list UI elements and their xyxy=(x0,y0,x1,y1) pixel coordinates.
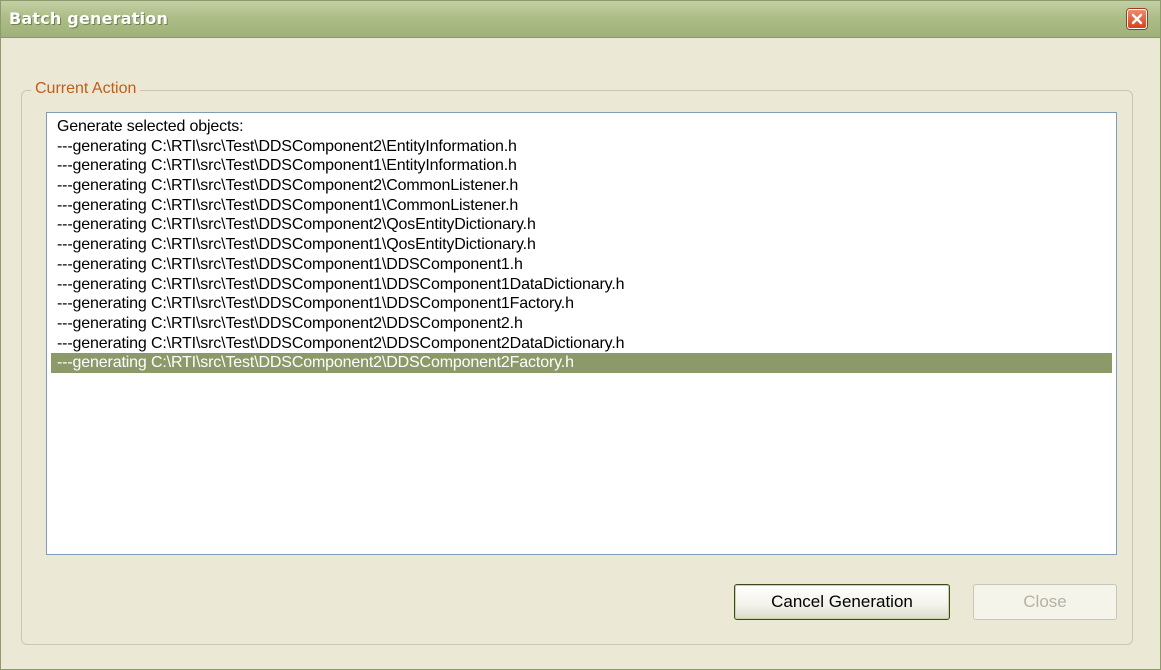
close-icon xyxy=(1131,13,1143,25)
list-item[interactable]: ---generating C:\RTI\src\Test\DDSCompone… xyxy=(51,314,1112,334)
current-action-label: Current Action xyxy=(31,80,141,98)
list-item[interactable]: ---generating C:\RTI\src\Test\DDSCompone… xyxy=(51,294,1112,314)
title-bar[interactable]: Batch generation xyxy=(1,1,1160,38)
list-item[interactable]: ---generating C:\RTI\src\Test\DDSCompone… xyxy=(51,196,1112,216)
list-item[interactable]: ---generating C:\RTI\src\Test\DDSCompone… xyxy=(51,176,1112,196)
list-item[interactable]: ---generating C:\RTI\src\Test\DDSCompone… xyxy=(51,235,1112,255)
window-close-button[interactable] xyxy=(1127,9,1147,29)
list-item[interactable]: ---generating C:\RTI\src\Test\DDSCompone… xyxy=(51,156,1112,176)
window-title: Batch generation xyxy=(9,9,169,28)
list-item[interactable]: ---generating C:\RTI\src\Test\DDSCompone… xyxy=(51,353,1112,373)
list-item[interactable]: ---generating C:\RTI\src\Test\DDSCompone… xyxy=(51,215,1112,235)
action-log-lines: Generate selected objects: ---generating … xyxy=(51,117,1112,373)
list-item[interactable]: Generate selected objects: xyxy=(51,117,1112,137)
list-item[interactable]: ---generating C:\RTI\src\Test\DDSCompone… xyxy=(51,275,1112,295)
action-log-list[interactable]: Generate selected objects: ---generating … xyxy=(46,112,1117,555)
cancel-generation-button[interactable]: Cancel Generation xyxy=(734,584,950,620)
list-item[interactable]: ---generating C:\RTI\src\Test\DDSCompone… xyxy=(51,137,1112,157)
close-button[interactable]: Close xyxy=(973,584,1117,620)
list-item[interactable]: ---generating C:\RTI\src\Test\DDSCompone… xyxy=(51,334,1112,354)
batch-generation-dialog: Batch generation Current Action Generate… xyxy=(0,0,1161,670)
list-item[interactable]: ---generating C:\RTI\src\Test\DDSCompone… xyxy=(51,255,1112,275)
